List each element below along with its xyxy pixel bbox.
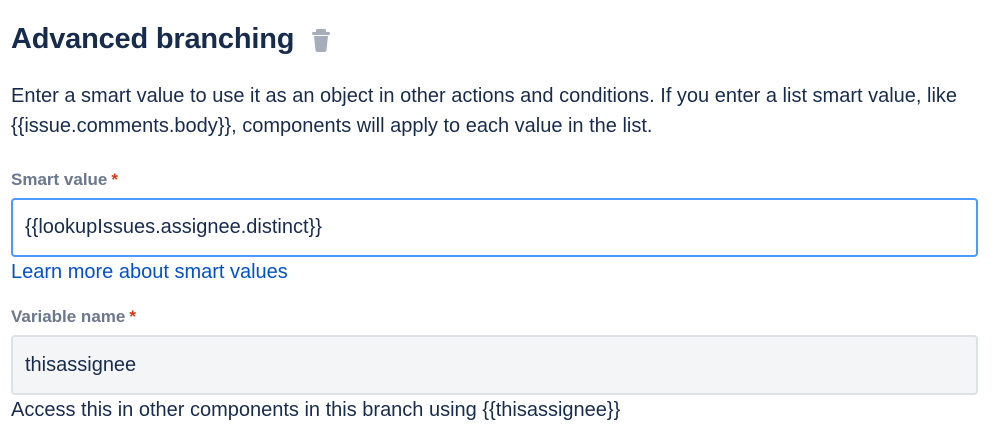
section-header: Advanced branching: [11, 18, 332, 60]
smart-value-label: Smart value *: [11, 170, 118, 190]
advanced-branching-panel: Advanced branching Enter a smart value t…: [0, 0, 999, 446]
required-indicator: *: [111, 170, 119, 189]
variable-name-input[interactable]: [11, 335, 978, 395]
section-description: Enter a smart value to use it as an obje…: [11, 85, 958, 137]
variable-name-label: Variable name *: [11, 307, 136, 327]
smart-value-input[interactable]: [11, 198, 978, 257]
required-indicator: *: [129, 307, 136, 326]
variable-name-help-text: Access this in other components in this …: [11, 399, 621, 421]
variable-name-label-text: Variable name: [11, 307, 126, 326]
learn-more-smart-values-link[interactable]: Learn more about smart values: [11, 261, 288, 284]
section-title: Advanced branching: [11, 22, 295, 55]
trash-icon[interactable]: [310, 28, 332, 54]
smart-value-label-text: Smart value: [11, 170, 108, 189]
